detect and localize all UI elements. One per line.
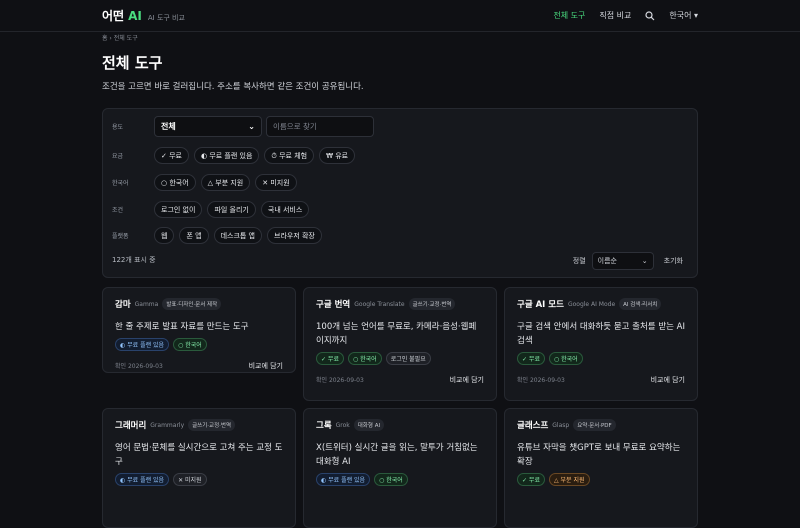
card-category: 발표·디자인·문서 제작 <box>162 298 222 310</box>
sort-value: 이름순 <box>597 257 617 265</box>
add-to-compare-button[interactable]: 비교에 담기 <box>450 375 484 385</box>
tool-card[interactable]: 감마 Gamma 발표·디자인·문서 제작 한 줄 주제로 발표 자료를 만드는 도… <box>102 287 296 373</box>
card-description: 유튜브 자막을 챗GPT로 보내 무료로 요약하는 확장 <box>517 443 681 467</box>
sort-label: 정렬 <box>572 257 586 265</box>
page-lead: 조건을 고르면 바로 걸러집니다. 주소를 복사하면 같은 조건이 공유됩니다. <box>102 82 364 92</box>
badge-korean: ○ 한국어 <box>173 338 207 351</box>
card-en-name: Glasp <box>552 421 570 429</box>
chip-mobile-app[interactable]: 폰 앱 <box>179 227 209 244</box>
chip-free[interactable]: ✓ 무료 <box>154 147 189 164</box>
chip-korean[interactable]: ○ 한국어 <box>154 174 196 191</box>
badge-korean: ○ 한국어 <box>548 352 583 365</box>
main-nav: 전체 도구 직접 비교 한국어 ▾ <box>553 10 698 21</box>
badge-price: ✓ 무료 <box>517 352 545 365</box>
card-en-name: Grammarly <box>150 421 185 429</box>
badge-price: ◐ 무료 플랜 있음 <box>115 473 170 486</box>
filter-label-conditions: 조건 <box>112 207 124 214</box>
purpose-value: 전체 <box>161 122 176 131</box>
badge-price: ✓ 무료 <box>316 352 344 365</box>
chip-desktop-app[interactable]: 데스크톱 앱 <box>213 227 262 244</box>
brand-name: 어떤 <box>102 9 125 23</box>
chip-browser-ext[interactable]: 브라우저 확장 <box>267 227 322 244</box>
chip-paid[interactable]: ₩ 유료 <box>319 147 356 164</box>
card-name: 그록 <box>316 421 332 431</box>
nav-compare[interactable]: 직접 비교 <box>599 10 631 21</box>
card-checked-date: 확인 2026-09-03 <box>115 363 163 370</box>
filter-label-korean: 한국어 <box>112 180 129 187</box>
chevron-down-icon: ⌄ <box>641 257 648 265</box>
tool-card[interactable]: 그록 Grok 대화형 AI X(트위터) 실시간 글을 읽는, 말투가 거침없는 … <box>303 408 497 528</box>
filter-row-platform: 플랫폼 웹 폰 앱 데스크톱 앱 브라우저 확장 <box>112 227 322 244</box>
card-name: 구글 번역 <box>316 300 351 310</box>
name-search-input[interactable]: 이름으로 찾기 <box>266 116 374 137</box>
card-checked-date: 확인 2026-09-03 <box>316 377 364 384</box>
breadcrumb[interactable]: 홈 › 전체 도구 <box>102 33 138 42</box>
chip-free-plan[interactable]: ◐ 무료 플랜 있음 <box>193 147 260 164</box>
card-name: 감마 <box>115 300 131 310</box>
brand-subtitle: AI 도구 비교 <box>147 14 185 22</box>
tool-card[interactable]: 그래머리 Grammarly 글쓰기·교정·번역 영어 문법·문체를 실시간으로 고… <box>102 408 296 528</box>
badge-price: ◐ 무료 플랜 있음 <box>316 473 371 486</box>
tool-card[interactable]: 글래스프 Glasp 요약·문서·PDF 유튜브 자막을 챗GPT로 보내 무료로 … <box>504 408 698 528</box>
card-en-name: Google AI Mode <box>567 300 616 308</box>
tool-card[interactable]: 구글 AI 모드 Google AI Mode AI 검색·리서치 구글 검색 안에… <box>504 287 698 401</box>
card-checked-date: 확인 2026-09-03 <box>517 377 565 384</box>
card-category: 글쓰기·교정·번역 <box>188 419 236 431</box>
card-en-name: Gamma <box>134 300 159 308</box>
card-name: 그래머리 <box>115 421 147 431</box>
card-name: 글래스프 <box>517 421 549 431</box>
purpose-select[interactable]: 전체 ⌄ <box>154 116 262 137</box>
filter-row-conditions: 조건 로그인 없이 파일 올리기 국내 서비스 <box>112 201 310 218</box>
badge-korean: ✕ 미지원 <box>173 473 207 486</box>
card-category: 글쓰기·교정·번역 <box>408 298 456 310</box>
badge-korean: ○ 한국어 <box>347 352 382 365</box>
add-to-compare-button[interactable]: 비교에 담기 <box>651 375 685 385</box>
nav-all-tools[interactable]: 전체 도구 <box>553 10 585 21</box>
badge-korean: △ 부분 지원 <box>548 473 590 486</box>
card-description: X(트위터) 실시간 글을 읽는, 말투가 거침없는 대화형 AI <box>316 443 478 467</box>
language-selector[interactable]: 한국어 ▾ <box>669 10 698 21</box>
filter-label-purpose: 용도 <box>112 124 124 131</box>
reset-button[interactable]: 초기화 <box>664 256 683 266</box>
badge-price: ◐ 무료 플랜 있음 <box>115 338 170 351</box>
add-to-compare-button[interactable]: 비교에 담기 <box>249 361 283 371</box>
card-description: 구글 검색 안에서 대화하듯 묻고 출처를 받는 AI 검색 <box>517 322 685 346</box>
card-category: 요약·문서·PDF <box>573 419 616 431</box>
page-title: 전체 도구 <box>102 54 163 72</box>
filter-panel: 용도 전체 ⌄ 이름으로 찾기 요금 ✓ 무료 ◐ 무료 플랜 있음 ⏱ 무료 체… <box>102 108 698 278</box>
chip-web[interactable]: 웹 <box>154 227 175 244</box>
top-bar: 어떤 AI AI 도구 비교 전체 도구 직접 비교 한국어 ▾ <box>0 0 800 32</box>
card-description: 100개 넘는 언어를 무료로, 카메라·음성·웹페이지까지 <box>316 322 477 346</box>
card-en-name: Grok <box>335 421 350 429</box>
chip-unsupported[interactable]: ✕ 미지원 <box>255 174 297 191</box>
badge-korean: ○ 한국어 <box>374 473 408 486</box>
chip-no-login[interactable]: 로그인 없이 <box>154 201 203 218</box>
filter-label-platform: 플랫폼 <box>112 233 129 240</box>
card-description: 한 줄 주제로 발표 자료를 만드는 도구 <box>115 322 249 332</box>
card-name: 구글 AI 모드 <box>517 300 564 310</box>
card-description: 영어 문법·문체를 실시간으로 고쳐 주는 교정 도구 <box>115 443 283 467</box>
chip-partial[interactable]: △ 부분 지원 <box>200 174 251 191</box>
card-category: AI 검색·리서치 <box>619 298 662 310</box>
brand-logo[interactable]: 어떤 AI AI 도구 비교 <box>102 7 185 24</box>
chip-domestic[interactable]: 국내 서비스 <box>260 201 310 218</box>
sort-controls: 정렬 이름순 ⌄ 초기화 <box>573 252 683 270</box>
badge-price: ✓ 무료 <box>517 473 545 486</box>
filter-label-price: 요금 <box>112 153 124 160</box>
filter-row-price: 요금 ✓ 무료 ◐ 무료 플랜 있음 ⏱ 무료 체험 ₩ 유료 <box>112 147 356 164</box>
search-icon[interactable] <box>645 10 655 21</box>
chip-free-trial[interactable]: ⏱ 무료 체험 <box>264 147 315 164</box>
chip-file-upload[interactable]: 파일 올리기 <box>207 201 256 218</box>
badge-condition: 로그인 불필요 <box>385 352 431 365</box>
chevron-down-icon: ⌄ <box>248 122 255 131</box>
filter-row-purpose: 용도 전체 ⌄ 이름으로 찾기 <box>112 116 374 137</box>
brand-ai: AI <box>128 9 142 23</box>
card-category: 대화형 AI <box>353 419 385 431</box>
result-count: 122개 표시 중 <box>112 256 156 264</box>
sort-select[interactable]: 이름순 ⌄ <box>591 252 654 270</box>
filter-row-korean: 한국어 ○ 한국어 △ 부분 지원 ✕ 미지원 <box>112 174 297 191</box>
tool-card[interactable]: 구글 번역 Google Translate 글쓰기·교정·번역 100개 넘는 언… <box>303 287 497 401</box>
card-en-name: Google Translate <box>354 300 405 308</box>
